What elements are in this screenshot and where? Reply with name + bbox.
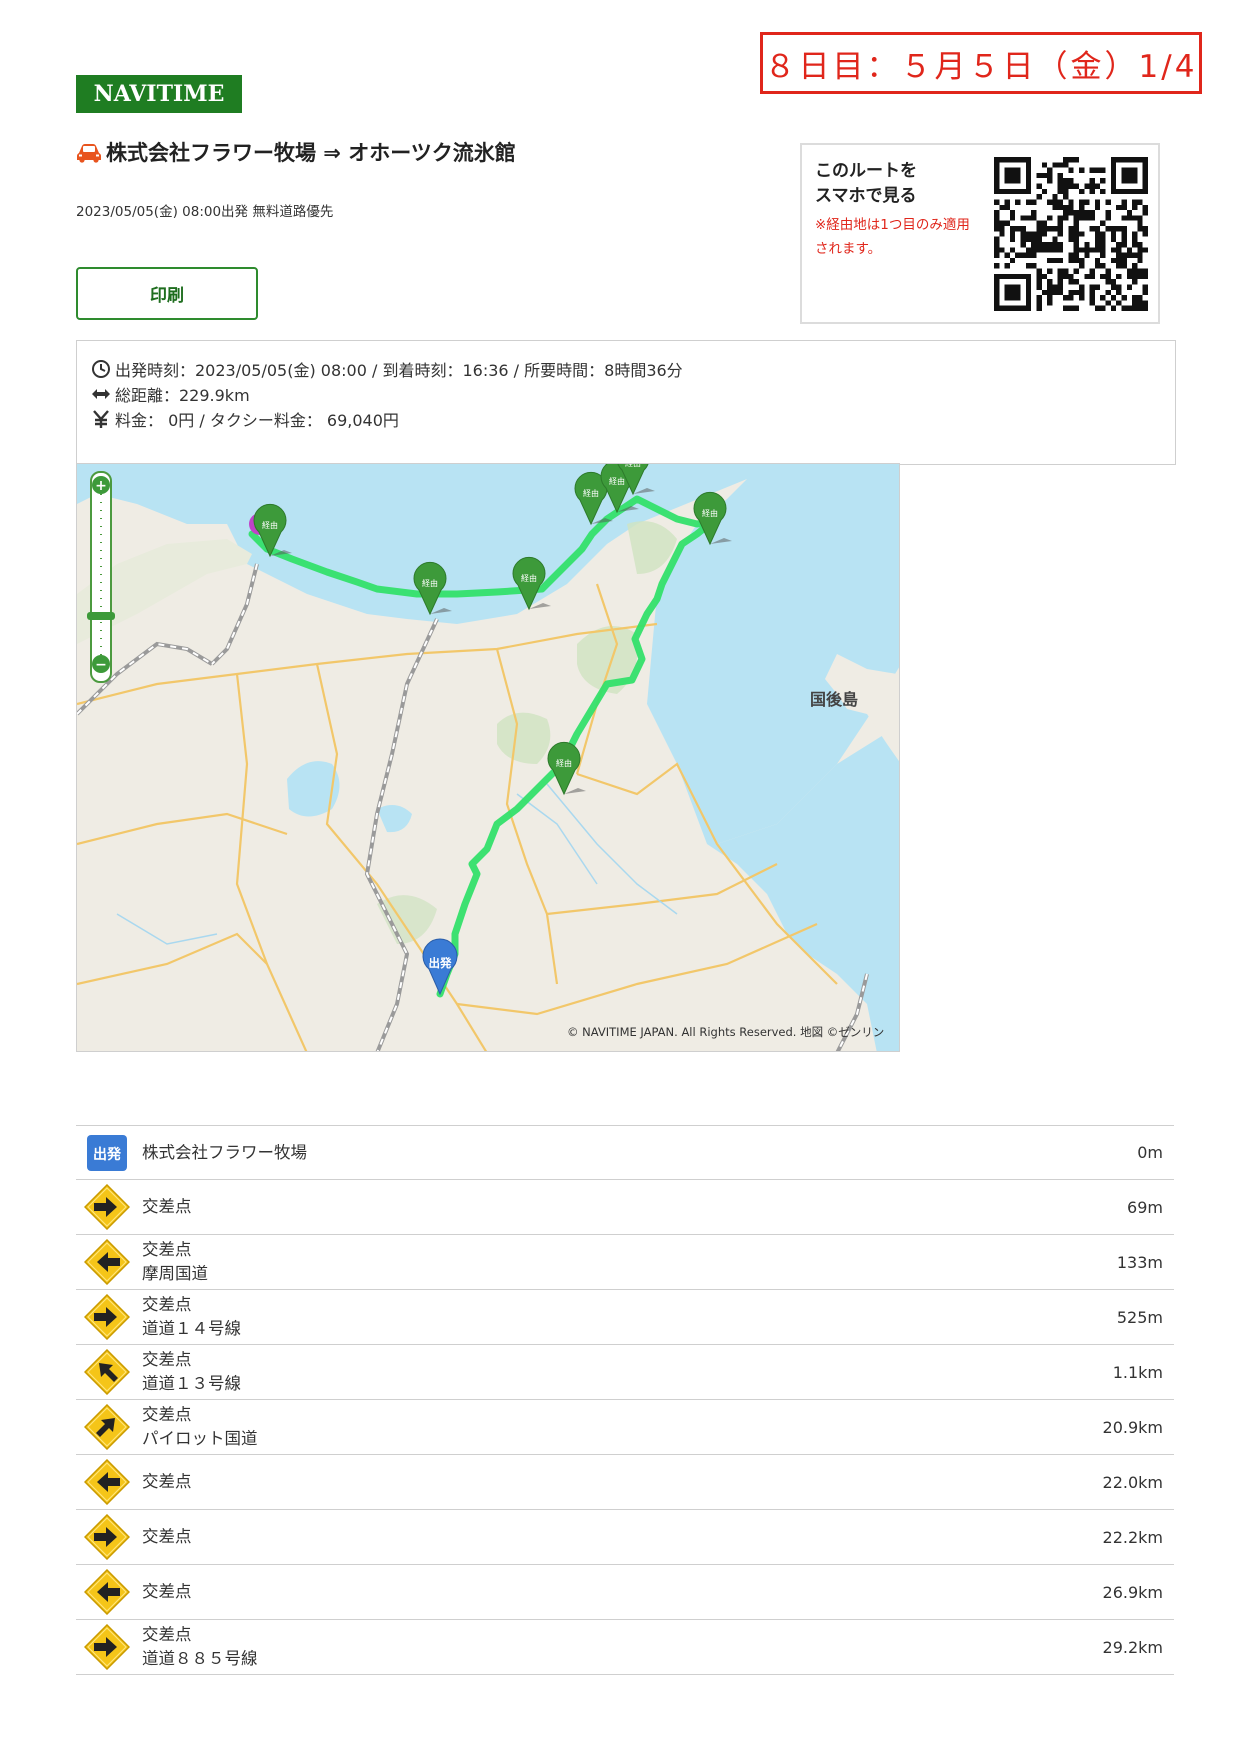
qr-note: ※経由地は1つ目のみ適用されます。 xyxy=(815,217,970,257)
qr-heading-line1: このルートを xyxy=(815,161,917,181)
route-step-road: 道道１３号線 xyxy=(142,1374,241,1393)
navitime-logo[interactable]: NAVITIME xyxy=(76,75,242,113)
route-step-point: 交差点 xyxy=(142,1527,192,1546)
route-step-distance: 22.0km xyxy=(1102,1472,1163,1492)
map-copyright: © NAVITIME JAPAN. All Rights Reserved. 地… xyxy=(567,1025,884,1039)
route-step-point: 交差点 xyxy=(142,1197,192,1216)
turn-upright-icon xyxy=(84,1404,130,1450)
via-pin-label: 経由 xyxy=(521,573,537,583)
via-pin-label: 経由 xyxy=(609,476,625,486)
zoom-out-label: − xyxy=(95,657,107,673)
route-step-distance: 0m xyxy=(1137,1143,1163,1162)
summary-fare-text: 料金： 0円 / タクシー料金： 69,040円 xyxy=(115,411,399,430)
route-step-row[interactable]: 交差点道道８８５号線 29.2km xyxy=(76,1620,1174,1675)
route-step-text: 交差点 摩周国道 xyxy=(142,1238,208,1286)
route-step-distance: 22.2km xyxy=(1102,1527,1163,1547)
yen-icon xyxy=(93,410,109,428)
route-step-point: 交差点 xyxy=(142,1625,192,1644)
route-step-distance: 69m xyxy=(1127,1197,1163,1217)
route-step-row[interactable]: 交差点道道１３号線 1.1km xyxy=(76,1345,1174,1400)
turn-left-icon xyxy=(84,1239,130,1285)
summary-distance: 総距離：229.9km xyxy=(91,383,250,405)
route-subtitle: 2023/05/05(金) 08:00出発 無料道路優先 xyxy=(76,204,334,220)
route-step-row[interactable]: 交差点摩周国道 133m xyxy=(76,1235,1174,1290)
route-step-text: 株式会社フラワー牧場 xyxy=(142,1141,307,1165)
route-step-distance: 1.1km xyxy=(1112,1362,1163,1382)
route-step-text: 交差点道道１３号線 xyxy=(142,1348,241,1396)
route-step-text: 交差点 xyxy=(142,1470,192,1494)
qr-heading-line2: スマホで見る xyxy=(815,186,917,206)
route-step-point: 交差点 xyxy=(142,1295,192,1314)
via-pin-label: 経由 xyxy=(702,508,718,518)
route-step-row[interactable]: 交差点 22.2km xyxy=(76,1510,1174,1565)
via-pin-label: 経由 xyxy=(556,758,572,768)
start-pin-label: 出発 xyxy=(429,956,452,970)
qr-code[interactable] xyxy=(994,157,1148,311)
route-step-row[interactable]: 交差点 22.0km xyxy=(76,1455,1174,1510)
via-pin-label: 経由 xyxy=(422,578,438,588)
start-badge-icon: 出発 xyxy=(87,1134,127,1171)
via-pin-label: 経由 xyxy=(583,488,599,498)
clock-icon xyxy=(92,360,110,378)
route-step-road: 道道１４号線 xyxy=(142,1319,241,1338)
zoom-in-label: + xyxy=(95,478,107,494)
route-step-point: 交差点 xyxy=(142,1350,192,1369)
qr-text: このルートを スマホで見る ※経由地は1つ目のみ適用されます。 xyxy=(815,159,975,261)
route-steps: 出発 株式会社フラワー牧場 0m 交差点 69m 交差点 摩周国道 133m 交差点 道道… xyxy=(76,1125,1174,1675)
route-step-road: パイロット国道 xyxy=(142,1429,258,1448)
summary-times: 出発時刻：2023/05/05(金) 08:00 / 到着時刻：16:36 / … xyxy=(91,358,683,380)
print-button[interactable]: 印刷 xyxy=(76,267,258,320)
route-step-row[interactable]: 交差点 69m xyxy=(76,1180,1174,1235)
distance-arrows-icon xyxy=(92,389,110,399)
start-badge-label: 出発 xyxy=(93,1146,122,1163)
route-step-text: 交差点 xyxy=(142,1580,192,1604)
turn-right-icon xyxy=(84,1184,130,1230)
route-step-text: 交差点 xyxy=(142,1195,192,1219)
route-step-point: 交差点 xyxy=(142,1405,192,1424)
route-step-road: 道道８８５号線 xyxy=(142,1649,258,1668)
turn-right-icon xyxy=(84,1514,130,1560)
summary-fare: 料金： 0円 / タクシー料金： 69,040円 xyxy=(91,408,399,430)
qr-panel: このルートを スマホで見る ※経由地は1つ目のみ適用されます。 xyxy=(800,143,1160,324)
route-step-point: 交差点 xyxy=(142,1582,192,1601)
turn-right-icon xyxy=(84,1294,130,1340)
via-pin-label: 経由 xyxy=(262,520,278,530)
route-step-point: 交差点 xyxy=(142,1472,192,1491)
route-step-text: 交差点パイロット国道 xyxy=(142,1403,258,1451)
route-step-point: 株式会社フラワー牧場 xyxy=(142,1142,307,1162)
summary-distance-text: 総距離：229.9km xyxy=(115,386,250,405)
route-step-distance: 133m xyxy=(1116,1252,1163,1272)
summary-times-text: 出発時刻：2023/05/05(金) 08:00 / 到着時刻：16:36 / … xyxy=(115,361,683,380)
route-step-row[interactable]: 交差点 26.9km xyxy=(76,1565,1174,1620)
route-title-text: 株式会社フラワー牧場 ⇒ オホーツク流氷館 xyxy=(106,141,516,165)
turn-upleft-icon xyxy=(84,1349,130,1395)
route-step-point: 交差点 xyxy=(142,1240,192,1259)
route-map[interactable]: 経由経由経由経由経由経由経由経由 出発 国後島 © NAVITIME JAPAN… xyxy=(76,463,900,1052)
route-step-distance: 29.2km xyxy=(1102,1637,1163,1657)
zoom-control[interactable]: + − xyxy=(87,471,115,683)
route-step-distance: 20.9km xyxy=(1102,1417,1163,1437)
route-step-row[interactable]: 出発 株式会社フラワー牧場 0m xyxy=(76,1125,1174,1180)
island-label: 国後島 xyxy=(810,690,858,709)
via-pin-label: 経由 xyxy=(625,464,641,468)
car-icon xyxy=(77,144,101,163)
turn-left-icon xyxy=(84,1459,130,1505)
route-step-row[interactable]: 交差点道道１４号線 525m xyxy=(76,1290,1174,1345)
turn-right-icon xyxy=(84,1624,130,1670)
route-step-text: 交差点 xyxy=(142,1525,192,1549)
zoom-slider-handle[interactable] xyxy=(87,612,115,620)
route-title: 株式会社フラワー牧場 ⇒ オホーツク流氷館 xyxy=(76,140,546,167)
day-label: ８日目：５月５日（金）1/4 xyxy=(760,32,1202,94)
route-step-text: 交差点道道８８５号線 xyxy=(142,1623,258,1671)
turn-left-icon xyxy=(84,1569,130,1615)
route-step-distance: 525m xyxy=(1116,1307,1163,1327)
route-step-row[interactable]: 交差点パイロット国道 20.9km xyxy=(76,1400,1174,1455)
route-step-road: 摩周国道 xyxy=(142,1264,208,1283)
route-step-distance: 26.9km xyxy=(1102,1582,1163,1602)
route-step-text: 交差点道道１４号線 xyxy=(142,1293,241,1341)
route-summary: 出発時刻：2023/05/05(金) 08:00 / 到着時刻：16:36 / … xyxy=(76,340,1176,465)
